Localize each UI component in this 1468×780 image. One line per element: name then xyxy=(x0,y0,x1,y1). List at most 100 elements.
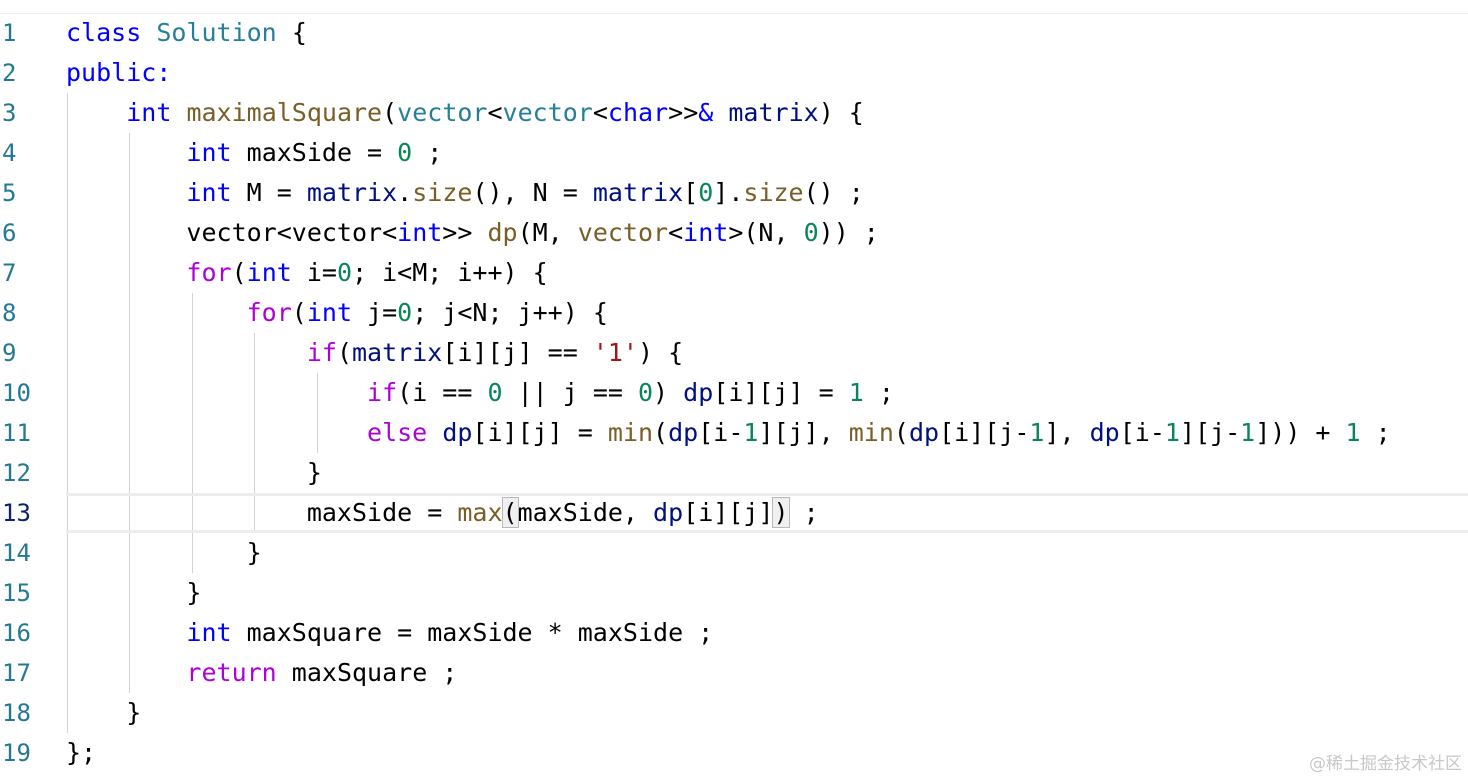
code-line[interactable]: int maximalSquare(vector<vector<char>>& … xyxy=(66,93,1468,133)
punct: ; i<M; i++) { xyxy=(352,258,548,287)
code-line[interactable]: class Solution { xyxy=(66,13,1468,53)
punct: < xyxy=(668,218,684,247)
punct: >> xyxy=(668,98,699,127)
punct: ; xyxy=(412,138,443,167)
line-number: 10 xyxy=(2,379,31,407)
punct: () ; xyxy=(803,178,864,207)
line-number-active: 13 xyxy=(2,499,31,527)
line-number: 14 xyxy=(2,539,31,567)
code-line[interactable]: else dp[i][j] = min(dp[i-1][j], min(dp[i… xyxy=(66,413,1468,453)
punct: )) ; xyxy=(818,218,879,247)
code-line[interactable]: int M = matrix.size(), N = matrix[0].siz… xyxy=(66,173,1468,213)
bracket-match: ( xyxy=(501,497,519,528)
code-line-current[interactable]: maxSide = max(maxSide, dp[i][j]) ; xyxy=(66,493,1468,533)
number: 1 xyxy=(1164,418,1180,447)
keyword: int xyxy=(186,618,232,647)
punct: } xyxy=(306,458,322,487)
line-number: 3 xyxy=(2,99,17,127)
code-line[interactable]: } xyxy=(66,453,1468,493)
code-area[interactable]: class Solution { public: int maximalSqua… xyxy=(66,13,1468,773)
function-name: min xyxy=(607,418,654,447)
keyword-control: else xyxy=(367,418,428,447)
line-number: 12 xyxy=(2,459,31,487)
code-line[interactable]: int maxSquare = maxSide * maxSide ; xyxy=(66,613,1468,653)
number: 0 xyxy=(698,178,714,207)
line-number: 6 xyxy=(2,219,17,247)
type: vector xyxy=(397,98,488,127)
punct: ) { xyxy=(818,98,864,127)
code-line[interactable]: } xyxy=(66,533,1468,573)
line-number: 2 xyxy=(2,59,17,87)
code-line[interactable]: int maxSide = 0 ; xyxy=(66,133,1468,173)
punct: < xyxy=(487,98,503,127)
function-name: dp xyxy=(487,218,518,247)
identifier: maxSide xyxy=(246,138,352,167)
number: 0 xyxy=(487,378,503,407)
punct: j= xyxy=(352,298,398,327)
code-line[interactable]: vector<vector<int>> dp(M, vector<int>(N,… xyxy=(66,213,1468,253)
punct: ], xyxy=(1044,418,1090,447)
code-line[interactable]: if(matrix[i][j] == '1') { xyxy=(66,333,1468,373)
identifier: dp xyxy=(908,418,940,447)
punct: (), N = xyxy=(472,178,593,207)
number: 1 xyxy=(743,418,759,447)
punct: } xyxy=(186,578,202,607)
keyword: int xyxy=(306,298,352,327)
number: 0 xyxy=(336,258,353,287)
code-line[interactable]: if(i == 0 || j == 0) dp[i][j] = 1 ; xyxy=(66,373,1468,413)
punct: ) { xyxy=(637,338,684,367)
code-line[interactable]: } xyxy=(66,693,1468,733)
punct: [i- xyxy=(698,418,744,447)
punct: [i][j] == xyxy=(442,338,593,367)
punct: ( xyxy=(336,338,352,367)
punct: . xyxy=(397,178,413,207)
editor-top-border xyxy=(0,0,1468,14)
operator: & xyxy=(698,98,714,127)
punct: } xyxy=(246,538,262,567)
line-number: 11 xyxy=(2,419,31,447)
string-literal: '1' xyxy=(592,338,638,367)
code-editor[interactable]: 1 2 3 4 5 6 7 8 9 10 11 12 13 14 15 16 1… xyxy=(0,0,1468,780)
keyword: public: xyxy=(66,58,172,87)
punct: (M, xyxy=(517,218,578,247)
keyword: int xyxy=(397,218,443,247)
punct: ])) + xyxy=(1255,418,1346,447)
identifier: matrix xyxy=(306,178,398,207)
function-name: vector xyxy=(577,218,669,247)
punct: M = xyxy=(231,178,307,207)
identifier: dp xyxy=(683,378,714,407)
type: vector xyxy=(502,98,593,127)
punct: (i == xyxy=(397,378,488,407)
punct: ; xyxy=(788,498,819,527)
code-line[interactable]: for(int j=0; j<N; j++) { xyxy=(66,293,1468,333)
keyword-control: for xyxy=(246,298,292,327)
number: 0 xyxy=(637,378,654,407)
punct: ( xyxy=(653,418,669,447)
keyword: int xyxy=(186,138,232,167)
code-line[interactable]: }; xyxy=(66,733,1468,773)
punct: [i- xyxy=(1119,418,1165,447)
number: 0 xyxy=(803,218,819,247)
punct: ( xyxy=(231,258,247,287)
punct: [i][j] xyxy=(683,498,774,527)
param: matrix xyxy=(728,98,819,127)
punct: ; j<N; j++) { xyxy=(412,298,608,327)
punct: = xyxy=(352,138,398,167)
keyword: int xyxy=(683,218,729,247)
code-line[interactable]: } xyxy=(66,573,1468,613)
punct: ; xyxy=(863,378,894,407)
type: vector<vector< xyxy=(186,218,398,247)
line-number: 15 xyxy=(2,579,31,607)
line-number: 16 xyxy=(2,619,31,647)
code-line[interactable]: for(int i=0; i<M; i++) { xyxy=(66,253,1468,293)
keyword-control: for xyxy=(186,258,232,287)
line-number: 7 xyxy=(2,259,17,287)
punct: { xyxy=(291,18,307,47)
code-line[interactable]: public: xyxy=(66,53,1468,93)
punct: [ xyxy=(683,178,699,207)
punct: ]. xyxy=(713,178,744,207)
code-line[interactable]: return maxSquare ; xyxy=(66,653,1468,693)
punct: ][j], xyxy=(758,418,849,447)
line-number: 1 xyxy=(2,19,17,47)
identifier: maxSide xyxy=(517,498,623,527)
